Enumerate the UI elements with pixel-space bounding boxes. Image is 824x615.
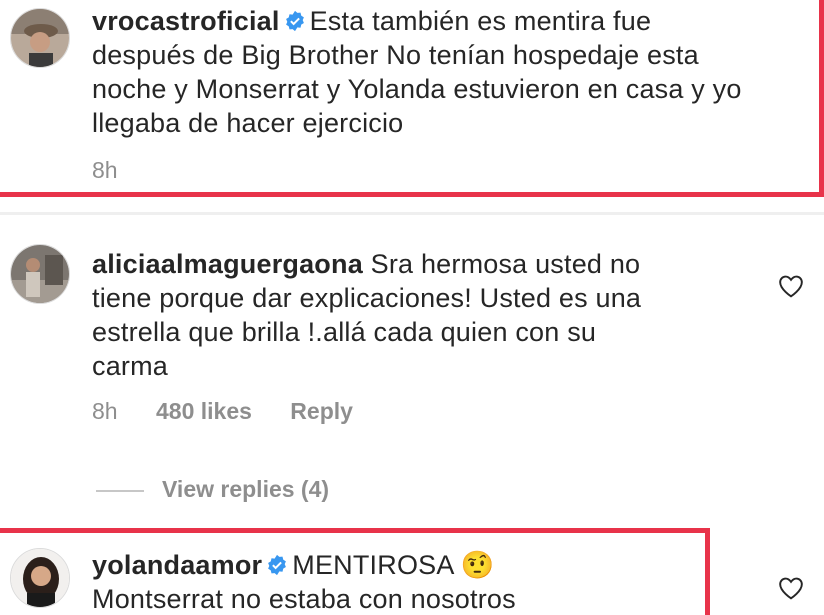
comment-line: llegaba de hacer ejercicio	[92, 108, 404, 138]
reply-button[interactable]: Reply	[290, 398, 353, 424]
comment-meta-1: 8h	[92, 157, 150, 184]
avatar-vrocastroficial[interactable]	[10, 8, 70, 68]
comment-line: Montserrat no estaba con nosotros	[92, 584, 516, 614]
comment-line: carma	[92, 351, 169, 381]
comment-line: estrella que brilla !.allá cada quien co…	[92, 317, 597, 347]
verified-badge-icon	[285, 10, 304, 32]
comment-time: 8h	[92, 398, 118, 424]
comment-line: Sra hermosa usted no	[370, 249, 641, 279]
comment-line: después de Big Brother No tenían hospeda…	[92, 40, 699, 70]
verified-badge-icon	[268, 554, 287, 576]
likes-count[interactable]: 480 likes	[156, 398, 252, 424]
comment-line: tiene porque dar explicaciones! Usted es…	[92, 283, 642, 313]
comment-line: MENTIROSA 🤨	[292, 550, 495, 580]
avatar-yolandaamor[interactable]	[10, 548, 70, 608]
comment-text-2: aliciaalmaguergaona Sra hermosa usted no…	[92, 247, 641, 383]
view-replies-line	[96, 489, 144, 492]
comment-line: Esta también es mentira fue	[309, 6, 652, 36]
username-yolandaamor[interactable]: yolandaamor	[92, 550, 262, 580]
heart-icon[interactable]	[778, 274, 804, 298]
comment-text-1: vrocastroficial Esta también es mentira f…	[92, 4, 742, 140]
comment-meta-2: 8h 480 likes Reply	[92, 398, 385, 425]
view-replies-button[interactable]: View replies (4)	[96, 476, 329, 503]
comment-time: 8h	[92, 157, 118, 183]
avatar-aliciaalmaguergaona[interactable]	[10, 244, 70, 304]
comment-line: noche y Monserrat y Yolanda estuvieron e…	[92, 74, 742, 104]
view-replies-label[interactable]: View replies (4)	[162, 476, 329, 502]
username-aliciaalmaguergaona[interactable]: aliciaalmaguergaona	[92, 249, 363, 279]
username-vrocastroficial[interactable]: vrocastroficial	[92, 6, 280, 36]
heart-icon[interactable]	[778, 576, 804, 600]
comment-text-3: yolandaamor MENTIROSA 🤨 Montserrat no est…	[92, 548, 516, 615]
divider	[0, 212, 824, 215]
